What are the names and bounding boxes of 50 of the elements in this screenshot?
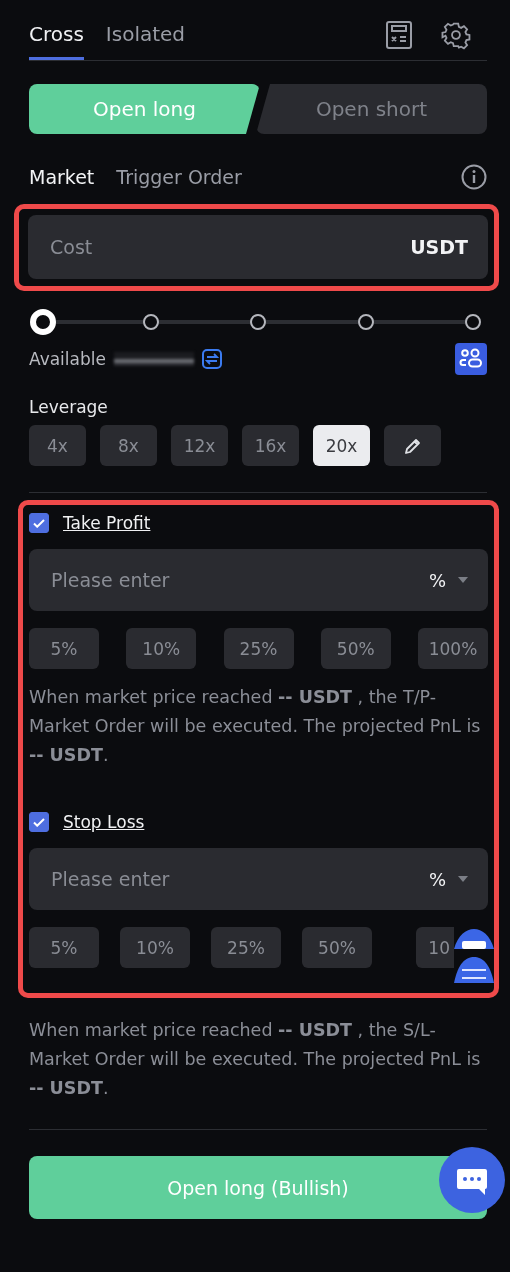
caret-icon[interactable] — [458, 577, 468, 583]
price-input-field[interactable]: Please enter % — [29, 848, 488, 910]
order-note: When market price reached -- USDT , the S/L-Market Order will be executed. The projected PnL is -- USDT. — [29, 1019, 482, 1100]
transfer-icon[interactable] — [201, 349, 222, 369]
percent-button[interactable]: 5% — [29, 927, 99, 968]
percent-button[interactable]: 50% — [302, 927, 372, 968]
calculator-icon[interactable] — [385, 21, 413, 49]
percent-button[interactable]: 5% — [29, 628, 99, 669]
chat-button[interactable] — [439, 1147, 505, 1213]
slider-step[interactable] — [357, 314, 374, 330]
leverage-label: Leverage — [29, 397, 109, 417]
percent-button[interactable]: 10% — [120, 927, 190, 968]
caret-icon[interactable] — [458, 876, 468, 882]
percent-button[interactable]: 50% — [320, 628, 391, 669]
checkbox-label[interactable]: Take Profit — [63, 513, 151, 533]
margin-tab[interactable]: Isolated — [105, 10, 186, 60]
available-label: Available — [29, 349, 106, 369]
leverage-button[interactable]: 16x — [242, 425, 299, 466]
percent-button[interactable]: 100% — [418, 628, 488, 669]
percent-button[interactable]: 10% — [126, 628, 197, 669]
leverage-button[interactable]: 20x — [313, 425, 370, 466]
cost-input-field[interactable]: Cost USDT — [28, 215, 488, 279]
checkbox-label[interactable]: Stop Loss — [63, 812, 145, 832]
percent-button[interactable]: 25% — [211, 927, 281, 968]
price-input-field[interactable]: Please enter % — [29, 549, 488, 611]
info-icon[interactable] — [461, 164, 487, 190]
order-note: When market price reached -- USDT , the T/P-Market Order will be executed. The projected PnL is -- USDT. — [29, 686, 482, 767]
people-icon[interactable] — [455, 343, 487, 375]
order-type-tab[interactable]: Market — [29, 166, 95, 188]
check-icon[interactable] — [33, 518, 45, 528]
slider-step[interactable] — [142, 314, 159, 330]
unit-label[interactable]: % — [428, 569, 446, 591]
leverage-button[interactable]: 8x — [100, 425, 157, 466]
edit-button[interactable] — [384, 425, 441, 466]
checkbox[interactable] — [29, 812, 49, 832]
settings-icon[interactable] — [441, 20, 471, 50]
percent-button[interactable]: 25% — [223, 628, 294, 669]
side-button[interactable]: Open short — [256, 84, 487, 134]
leverage-button[interactable]: 12x — [171, 425, 228, 466]
leverage-button[interactable]: 4x — [29, 425, 86, 466]
slider-step[interactable] — [465, 314, 481, 330]
percent-button[interactable]: 10 — [416, 927, 454, 968]
slider-thumb[interactable] — [30, 309, 56, 335]
margin-tab[interactable]: Cross — [29, 10, 84, 60]
order-type-tab[interactable]: Trigger Order — [116, 166, 242, 188]
check-icon[interactable] — [33, 817, 45, 827]
unit-label[interactable]: USDT — [410, 236, 468, 258]
slider-step[interactable] — [250, 314, 266, 330]
unit-label[interactable]: % — [428, 868, 446, 890]
checkbox[interactable] — [29, 513, 49, 533]
